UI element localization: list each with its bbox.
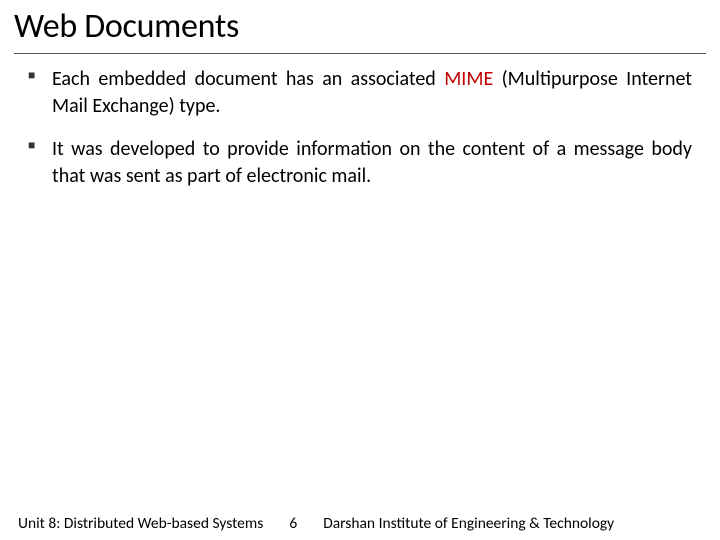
bullet-text: Each embedded document has an associated: [52, 67, 444, 91]
slide: Web Documents Each embedded document has…: [0, 0, 720, 540]
footer: Unit 8: Distributed Web-based Systems 6 …: [0, 506, 720, 540]
bullet-list: Each embedded document has an associated…: [28, 66, 692, 190]
footer-org: Darshan Institute of Engineering & Techn…: [323, 514, 702, 533]
bullet-item: Each embedded document has an associated…: [28, 66, 692, 120]
footer-page-number: 6: [263, 514, 323, 533]
highlight-keyword: MIME: [444, 67, 493, 91]
footer-unit: Unit 8: Distributed Web-based Systems: [18, 514, 263, 533]
bullet-text: It was developed to provide information …: [52, 137, 692, 188]
content-area: Each embedded document has an associated…: [0, 54, 720, 540]
title-wrap: Web Documents: [0, 0, 720, 49]
bullet-item: It was developed to provide information …: [28, 136, 692, 190]
slide-title: Web Documents: [14, 6, 706, 47]
